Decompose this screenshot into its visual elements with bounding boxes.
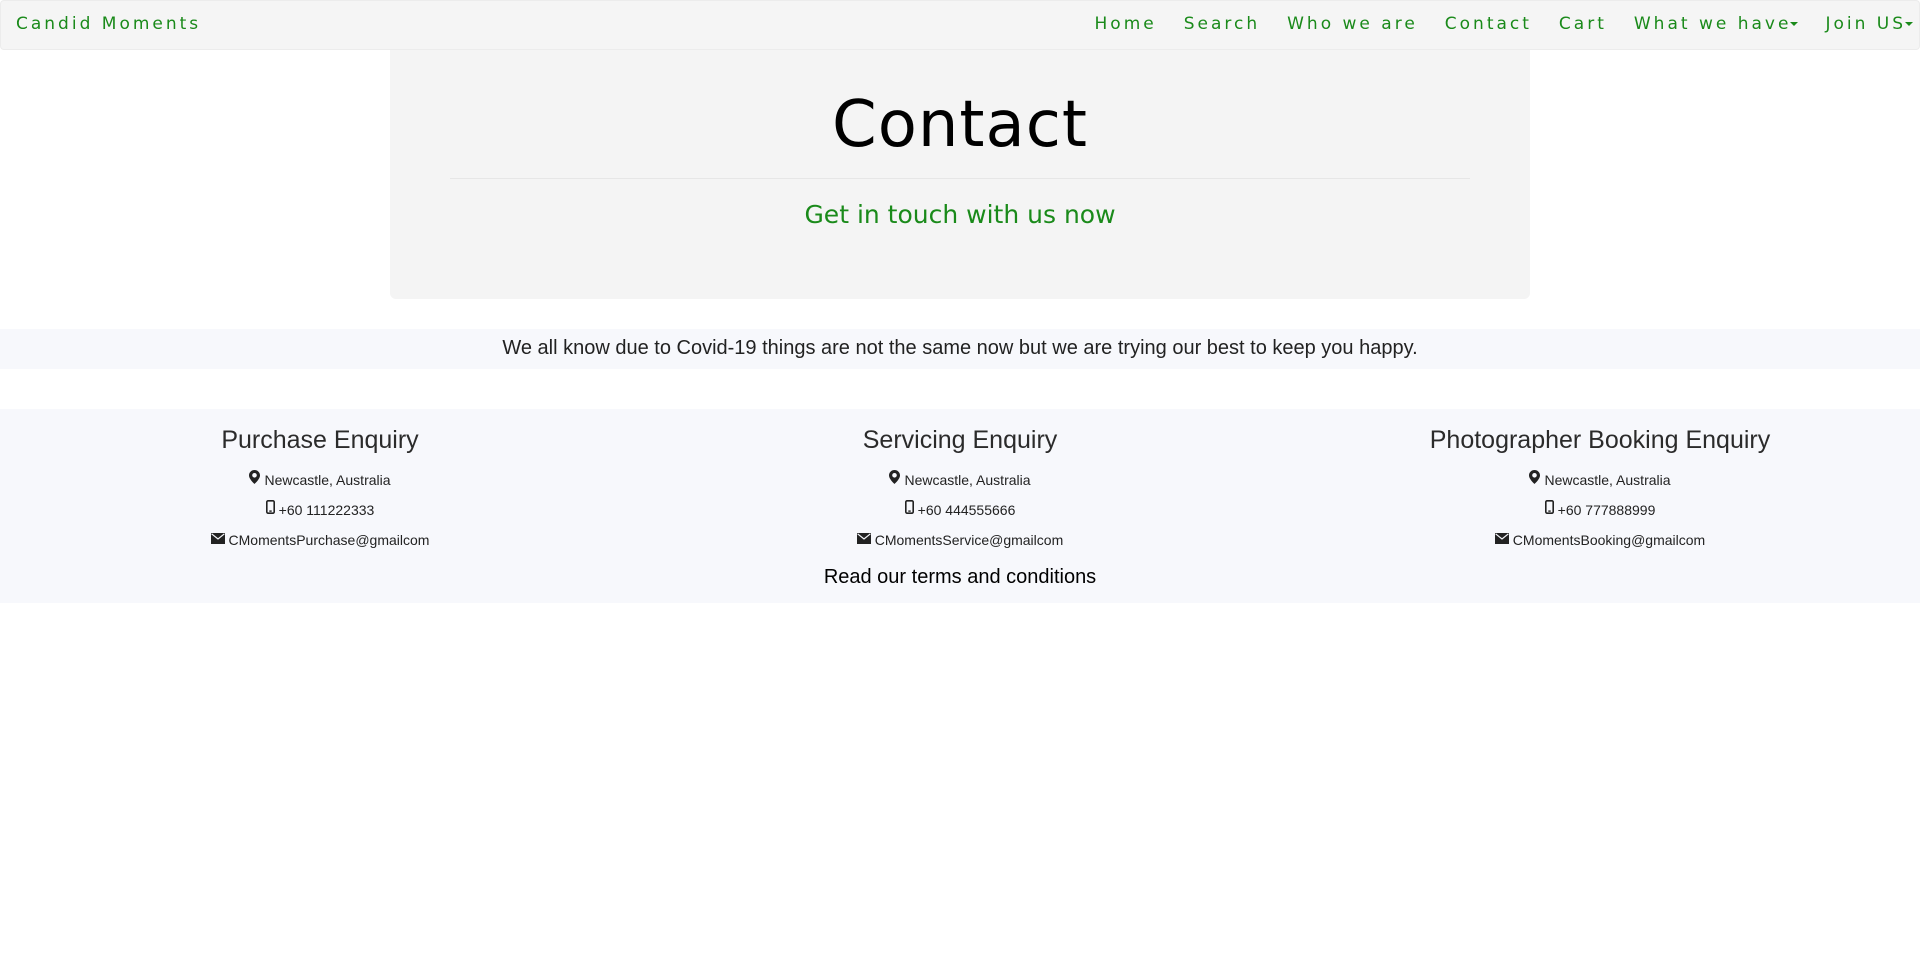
nav-dropdown-join-us[interactable]: Join US bbox=[1825, 14, 1913, 34]
covid-notice-text: We all know due to Covid-19 things are n… bbox=[502, 337, 1418, 359]
enquiry-email: CMomentsBooking@gmailcom bbox=[1280, 525, 1920, 555]
enquiry-email-text: CMomentsService@gmailcom bbox=[874, 532, 1064, 548]
terms-link[interactable]: Read our terms and conditions bbox=[0, 566, 1920, 589]
enquiry-phone: +60 444555666 bbox=[640, 495, 1280, 525]
enquiry-location: Newcastle, Australia bbox=[0, 465, 640, 495]
enquiry-phone: +60 111222333 bbox=[0, 495, 640, 525]
enquiry-column-purchase: Purchase Enquiry Newcastle, Australia +6… bbox=[0, 425, 640, 555]
enquiry-title: Purchase Enquiry bbox=[221, 426, 419, 454]
enquiry-column-photographer-booking: Photographer Booking Enquiry Newcastle, … bbox=[1280, 425, 1920, 555]
envelope-icon bbox=[856, 524, 871, 554]
map-marker-icon bbox=[1529, 464, 1541, 494]
enquiry-column-servicing: Servicing Enquiry Newcastle, Australia +… bbox=[640, 425, 1280, 555]
enquiry-email: CMomentsService@gmailcom bbox=[640, 525, 1280, 555]
page-subtitle: Get in touch with us now bbox=[804, 200, 1116, 229]
covid-notice-band: We all know due to Covid-19 things are n… bbox=[0, 329, 1920, 369]
enquiry-location: Newcastle, Australia bbox=[1280, 465, 1920, 495]
enquiry-email-text: CMomentsBooking@gmailcom bbox=[1512, 532, 1706, 548]
map-marker-icon bbox=[889, 464, 901, 494]
nav-dropdown-label: Join US bbox=[1825, 14, 1906, 34]
page-title: Contact bbox=[832, 88, 1088, 162]
divider bbox=[450, 178, 1470, 179]
enquiry-location-text: Newcastle, Australia bbox=[1544, 472, 1671, 488]
envelope-icon bbox=[210, 524, 225, 554]
nav-item-contact[interactable]: Contact bbox=[1445, 14, 1532, 34]
top-navbar: Candid Moments Home Search Who we are Co… bbox=[0, 0, 1920, 50]
caret-down-icon bbox=[1905, 22, 1913, 26]
mobile-phone-icon bbox=[1544, 494, 1554, 524]
enquiry-phone-text: +60 777888999 bbox=[1557, 502, 1656, 518]
enquiry-phone: +60 777888999 bbox=[1280, 495, 1920, 525]
mobile-phone-icon bbox=[265, 494, 275, 524]
envelope-icon bbox=[1494, 524, 1509, 554]
nav-menu: Home Search Who we are Contact Cart What… bbox=[1068, 14, 1913, 34]
nav-item-home[interactable]: Home bbox=[1095, 14, 1157, 34]
enquiry-email-text: CMomentsPurchase@gmailcom bbox=[228, 532, 430, 548]
enquiry-location-text: Newcastle, Australia bbox=[904, 472, 1031, 488]
enquiry-phone-text: +60 111222333 bbox=[278, 502, 375, 518]
contact-jumbotron: Contact Get in touch with us now bbox=[390, 50, 1530, 299]
enquiry-email: CMomentsPurchase@gmailcom bbox=[0, 525, 640, 555]
caret-down-icon bbox=[1790, 22, 1799, 26]
enquiry-title: Servicing Enquiry bbox=[862, 426, 1058, 454]
enquiry-location-text: Newcastle, Australia bbox=[264, 472, 391, 488]
nav-item-who-we-are[interactable]: Who we are bbox=[1287, 14, 1418, 34]
enquiry-location: Newcastle, Australia bbox=[640, 465, 1280, 495]
map-marker-icon bbox=[249, 464, 261, 494]
enquiries-footer: Purchase Enquiry Newcastle, Australia +6… bbox=[0, 409, 1920, 603]
nav-item-cart[interactable]: Cart bbox=[1559, 14, 1607, 34]
brand-link[interactable]: Candid Moments bbox=[16, 14, 201, 34]
enquiry-title: Photographer Booking Enquiry bbox=[1429, 426, 1771, 454]
mobile-phone-icon bbox=[904, 494, 914, 524]
nav-dropdown-what-we-have[interactable]: What we have bbox=[1634, 14, 1799, 34]
enquiry-phone-text: +60 444555666 bbox=[917, 502, 1016, 518]
nav-item-search[interactable]: Search bbox=[1184, 14, 1260, 34]
nav-dropdown-label: What we have bbox=[1633, 14, 1792, 34]
